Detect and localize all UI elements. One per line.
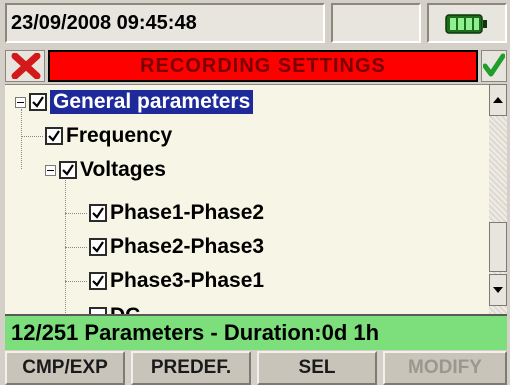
status-bar-datetime: 23/09/2008 09:45:48: [5, 3, 325, 43]
scroll-thumb[interactable]: [489, 222, 507, 272]
check-icon: [62, 164, 74, 176]
status-bar-blank-cell: [331, 3, 421, 43]
modify-button[interactable]: MODIFY: [383, 351, 507, 385]
collapse-icon[interactable]: [45, 164, 56, 176]
parameters-summary: 12/251 Parameters - Duration:0d 1h: [5, 314, 507, 350]
scroll-down-button[interactable]: [489, 274, 507, 306]
check-icon: [92, 207, 104, 219]
tree-item-label: General parameters: [50, 90, 254, 114]
tree-item-phase2-phase3[interactable]: Phase2-Phase3: [89, 230, 264, 264]
tree-item-frequency[interactable]: Frequency: [45, 119, 172, 153]
page-title: RECORDING SETTINGS: [48, 50, 478, 82]
datetime-text: 23/09/2008 09:45:48: [11, 12, 197, 34]
cmp-exp-button[interactable]: CMP/EXP: [5, 351, 125, 385]
tree-item-general-parameters[interactable]: General parameters: [15, 85, 254, 119]
close-icon: [11, 53, 41, 79]
tree-item-phase3-phase1[interactable]: Phase3-Phase1: [89, 264, 264, 298]
checkbox[interactable]: [89, 307, 107, 314]
tree-item-label: Phase3-Phase1: [110, 269, 265, 292]
sel-button[interactable]: SEL: [257, 351, 377, 385]
scroll-up-button[interactable]: [489, 84, 507, 116]
collapse-icon[interactable]: [15, 96, 26, 108]
tree-item-voltages[interactable]: Voltages: [45, 153, 166, 187]
tree-item-label: DC: [110, 304, 140, 314]
checkbox[interactable]: [59, 161, 77, 179]
tree-item-label: Phase2-Phase3: [110, 235, 265, 258]
tree-item-label: Phase1-Phase2: [110, 201, 265, 224]
checkbox[interactable]: [89, 272, 107, 290]
checkbox[interactable]: [29, 93, 47, 111]
check-icon: [92, 275, 104, 287]
predef-button[interactable]: PREDEF.: [131, 351, 251, 385]
tree-item-label: Voltages: [80, 158, 166, 181]
confirm-button[interactable]: [481, 50, 507, 82]
close-button[interactable]: [5, 50, 45, 82]
battery-icon: [445, 14, 487, 34]
arrow-down-icon: [493, 287, 503, 293]
tree-item-label: Frequency: [66, 124, 173, 147]
checkbox[interactable]: [89, 204, 107, 222]
check-icon: [32, 96, 44, 108]
checkbox[interactable]: [45, 127, 63, 145]
tree-item-dc[interactable]: DC: [89, 299, 140, 314]
check-icon: [48, 130, 60, 142]
tree-item-phase1-phase2[interactable]: Phase1-Phase2: [89, 196, 264, 230]
arrow-up-icon: [493, 97, 503, 103]
checkmark-icon: [483, 53, 505, 77]
parameter-tree: General parameters Frequency Voltages Ph…: [5, 84, 489, 314]
status-bar-battery: [427, 3, 507, 43]
check-icon: [92, 241, 104, 253]
checkbox[interactable]: [89, 238, 107, 256]
